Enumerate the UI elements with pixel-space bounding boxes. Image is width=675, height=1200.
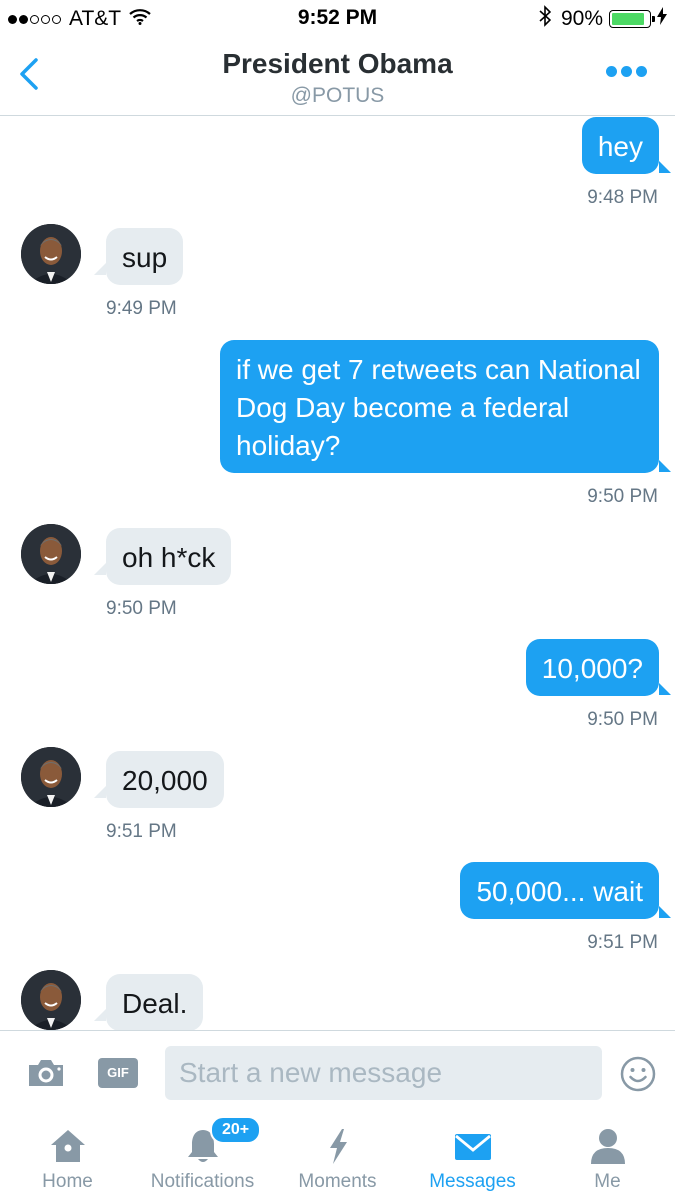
message-timestamp: 9:50 PM: [106, 598, 177, 619]
bubble-tail: [94, 786, 106, 798]
more-dot-icon: [606, 66, 617, 77]
profile-photo-icon: [21, 224, 81, 284]
envelope-icon: [453, 1126, 493, 1171]
message-text: oh h*ck: [122, 542, 216, 573]
tab-me[interactable]: Me: [540, 1116, 675, 1200]
emoji-button[interactable]: [620, 1056, 656, 1097]
charging-icon: [657, 7, 667, 31]
battery-level-fill: [612, 13, 645, 25]
avatar[interactable]: [21, 224, 81, 284]
battery-icon: [609, 10, 655, 28]
tab-messages[interactable]: Messages: [405, 1116, 540, 1200]
bubble-tail: [659, 683, 671, 695]
message-thread[interactable]: hey 9:48 PM sup 9:49 PM if we get 7 retw…: [0, 117, 675, 1030]
conversation-handle: @POTUS: [290, 84, 385, 107]
message-text: hey: [597, 131, 643, 162]
tab-label: Home: [42, 1171, 93, 1192]
message-text: 20,000: [122, 765, 208, 796]
incoming-message-bubble[interactable]: oh h*ck: [106, 528, 232, 585]
status-right: 90%: [539, 5, 667, 33]
tab-label: Messages: [429, 1171, 516, 1192]
more-options-button[interactable]: [606, 66, 647, 77]
bluetooth-icon: [539, 5, 552, 33]
smiley-icon: [620, 1056, 656, 1092]
bubble-tail: [659, 460, 671, 472]
message-timestamp: 9:50 PM: [587, 486, 658, 507]
tab-label: Me: [594, 1171, 621, 1192]
avatar[interactable]: [21, 747, 81, 807]
camera-icon: [29, 1060, 63, 1086]
conversation-title: President Obama: [222, 48, 453, 79]
more-dot-icon: [621, 66, 632, 77]
tab-home[interactable]: Home: [0, 1116, 135, 1200]
outgoing-message-bubble[interactable]: if we get 7 retweets can National Dog Da…: [220, 340, 659, 473]
battery-percent: 90%: [560, 7, 603, 30]
profile-photo-icon: [21, 747, 81, 807]
person-icon: [588, 1126, 628, 1171]
notification-badge: 20+: [210, 1116, 262, 1144]
tab-moments[interactable]: Moments: [270, 1116, 405, 1200]
bubble-tail: [94, 563, 106, 575]
tab-label: Notifications: [150, 1171, 255, 1192]
avatar[interactable]: [21, 970, 81, 1030]
message-timestamp: 9:49 PM: [106, 298, 177, 319]
incoming-message-bubble[interactable]: Deal.: [106, 974, 204, 1030]
status-bar: AT&T 9:52 PM 90%: [0, 0, 675, 38]
camera-button[interactable]: [26, 1057, 66, 1094]
message-timestamp: 9:51 PM: [587, 932, 658, 953]
message-text: sup: [122, 242, 168, 273]
message-text: 10,000?: [541, 653, 643, 684]
message-timestamp: 9:51 PM: [106, 821, 177, 842]
message-text: if we get 7 retweets can National Dog Da…: [236, 354, 641, 461]
message-composer: GIF: [0, 1030, 675, 1116]
outgoing-message-bubble[interactable]: hey: [581, 117, 659, 174]
conversation-header: President Obama @POTUS: [0, 38, 675, 116]
home-icon: [48, 1126, 88, 1171]
bubble-tail: [94, 1009, 106, 1021]
gif-button[interactable]: GIF: [98, 1058, 138, 1088]
bubble-tail: [659, 906, 671, 918]
bubble-tail: [659, 161, 671, 173]
message-text: 50,000... wait: [476, 876, 643, 907]
profile-photo-icon: [21, 524, 81, 584]
message-timestamp: 9:48 PM: [587, 187, 658, 208]
more-dot-icon: [636, 66, 647, 77]
message-timestamp: 9:50 PM: [587, 709, 658, 730]
tab-notifications[interactable]: 20+ Notifications: [135, 1116, 270, 1200]
tab-label: Moments: [298, 1171, 377, 1192]
outgoing-message-bubble[interactable]: 50,000... wait: [460, 862, 659, 919]
incoming-message-bubble[interactable]: sup: [106, 228, 184, 285]
incoming-message-bubble[interactable]: 20,000: [106, 751, 224, 808]
tab-bar: Home 20+ Notifications Moments Messages: [0, 1116, 675, 1200]
profile-photo-icon: [21, 970, 81, 1030]
lightning-icon: [318, 1126, 358, 1171]
bubble-tail: [94, 263, 106, 275]
message-text: Deal.: [122, 988, 188, 1019]
avatar[interactable]: [21, 524, 81, 584]
message-input[interactable]: [165, 1046, 602, 1100]
outgoing-message-bubble[interactable]: 10,000?: [525, 639, 659, 696]
